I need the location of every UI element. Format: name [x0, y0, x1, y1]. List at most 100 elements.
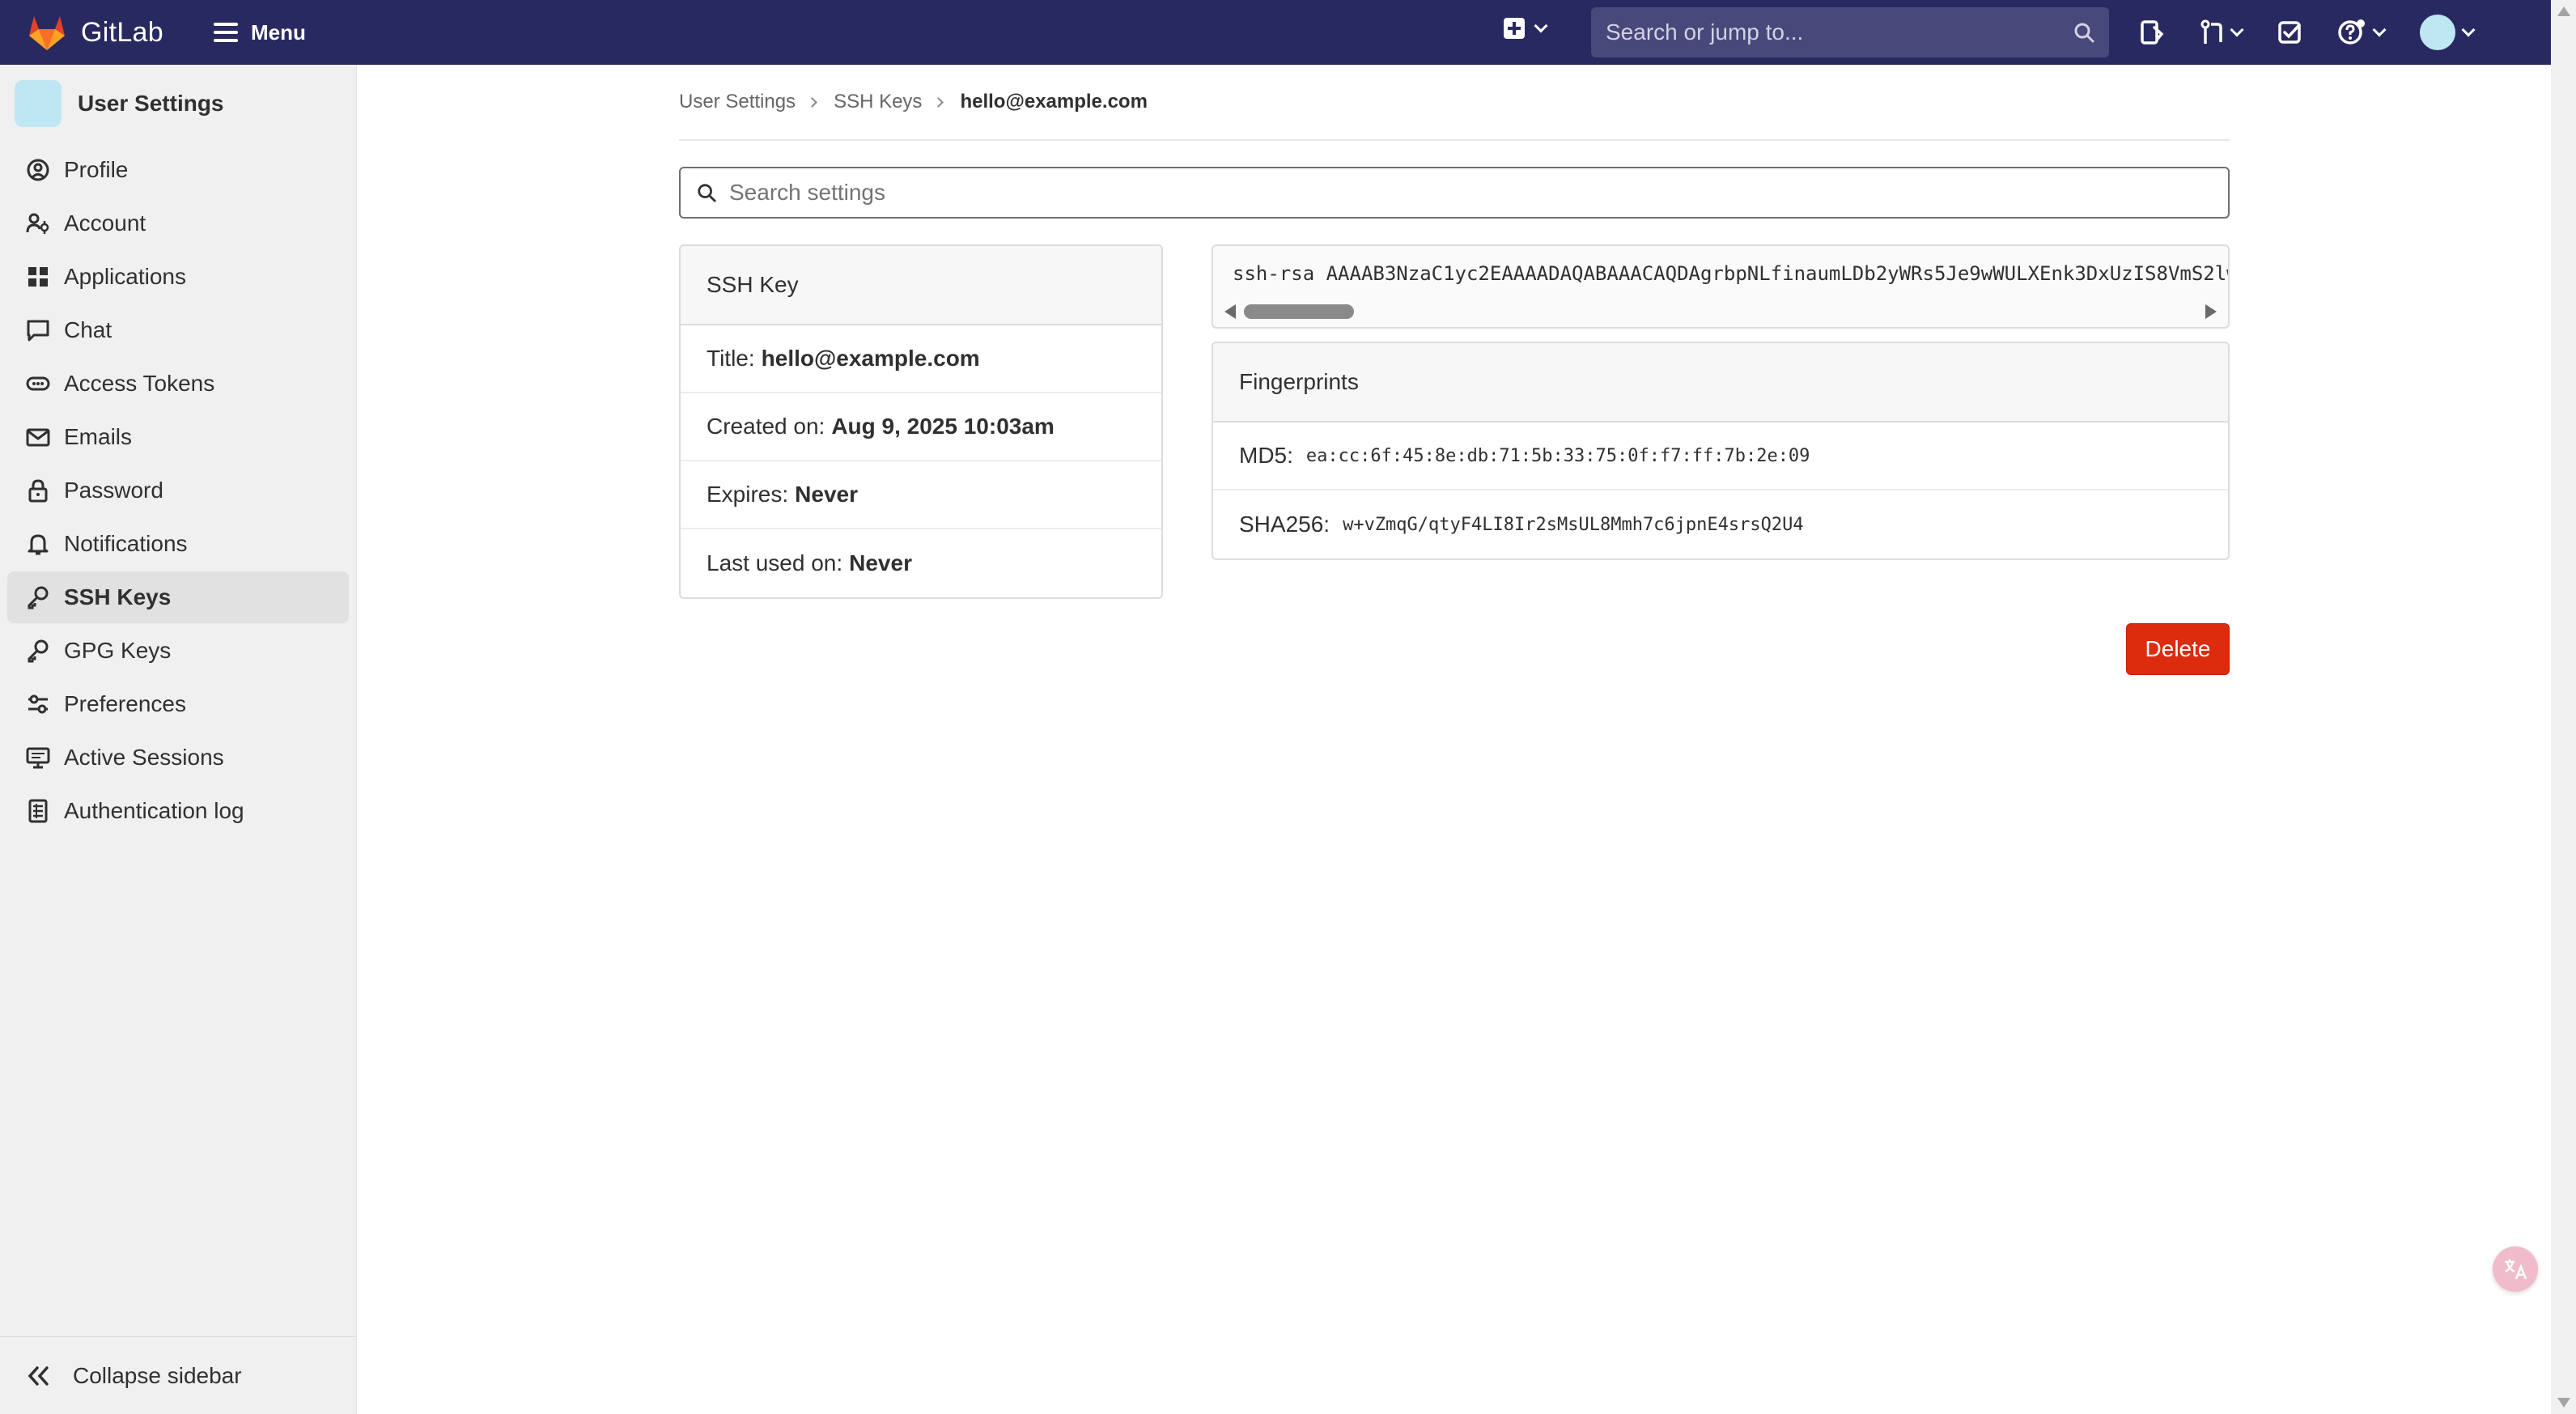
- title-label: Title:: [707, 346, 755, 371]
- search-icon: [2074, 23, 2094, 43]
- merge-requests-button[interactable]: [2200, 19, 2244, 45]
- gitlab-logo-icon: [29, 16, 65, 50]
- sidebar-item-preferences[interactable]: Preferences: [7, 678, 349, 730]
- key-icon: [25, 638, 51, 664]
- settings-search-input[interactable]: [729, 180, 2212, 206]
- monitor-icon: [25, 745, 51, 771]
- chevron-down-icon: [2372, 23, 2387, 37]
- context-avatar: [15, 80, 62, 127]
- sidebar-context-title: User Settings: [78, 91, 224, 116]
- top-search-box[interactable]: [1591, 7, 2109, 57]
- breadcrumb-user-settings[interactable]: User Settings: [679, 91, 796, 113]
- sidebar-item-password[interactable]: Password: [7, 465, 349, 516]
- chevron-down-icon: [1534, 19, 1548, 33]
- chevron-right-icon: [933, 96, 944, 108]
- app-root: GitLab Menu Search or jump to... User Se…: [0, 0, 2576, 1414]
- issues-icon: [2141, 20, 2164, 45]
- sidebar-item-label: Applications: [64, 264, 186, 289]
- ssh-key-card-header: SSH Key: [681, 246, 1161, 325]
- sidebar-item-notifications[interactable]: Notifications: [7, 518, 349, 570]
- delete-button[interactable]: Delete: [2126, 623, 2230, 675]
- sidebar-item-label: Access Tokens: [64, 371, 215, 396]
- settings-search-box[interactable]: [679, 167, 2230, 219]
- md5-row: MD5: ea:cc:6f:45:8e:db:71:5b:33:75:0f:f7…: [1213, 423, 2228, 490]
- last-used-row: Last used on: Never: [681, 529, 1161, 597]
- page-scrollbar[interactable]: [2551, 0, 2576, 1414]
- translate-extension-button[interactable]: [2493, 1246, 2538, 1292]
- search-icon: [698, 184, 716, 202]
- help-icon: [2338, 19, 2365, 45]
- help-button[interactable]: [2337, 18, 2387, 47]
- brand-name: GitLab: [81, 16, 163, 48]
- issues-button[interactable]: [2140, 19, 2164, 45]
- expires-label: Expires:: [707, 482, 789, 507]
- menu-button[interactable]: Menu: [213, 19, 306, 45]
- sidebar-item-label: Authentication log: [64, 798, 244, 823]
- sidebar-item-emails[interactable]: Emails: [7, 411, 349, 463]
- sidebar-item-access-tokens[interactable]: Access Tokens: [7, 358, 349, 410]
- translate-icon: [2505, 1259, 2527, 1280]
- sidebar-item-active-sessions[interactable]: Active Sessions: [7, 732, 349, 783]
- todos-button[interactable]: [2277, 20, 2302, 45]
- new-dropdown-button[interactable]: [1504, 18, 1548, 39]
- merge-request-icon: [2200, 19, 2222, 44]
- scrollbar-thumb[interactable]: [1244, 304, 1354, 319]
- top-search-input[interactable]: [1606, 19, 2073, 45]
- lock-icon: [25, 478, 51, 503]
- sidebar-item-authentication-log[interactable]: Authentication log: [7, 785, 349, 837]
- key-title-row: Title: hello@example.com: [681, 325, 1161, 393]
- breadcrumb-ssh-keys[interactable]: SSH Keys: [834, 91, 922, 113]
- preferences-icon: [25, 691, 51, 717]
- top-icon-bar: [2137, 0, 2476, 65]
- sha256-row: SHA256: w+vZmqG/qtyF4LI8Ir2sMsUL8Mmh7c6j…: [1213, 490, 2228, 558]
- todo-check-icon: [2278, 21, 2301, 44]
- sidebar-item-label: Preferences: [64, 691, 186, 716]
- chevron-down-icon: [2461, 23, 2476, 37]
- applications-icon: [25, 264, 51, 290]
- menu-label: Menu: [250, 19, 306, 45]
- top-navbar: GitLab Menu: [0, 0, 2551, 65]
- sidebar-item-ssh-keys[interactable]: SSH Keys: [7, 571, 349, 623]
- sidebar-context-header[interactable]: User Settings: [0, 65, 356, 142]
- sidebar: User Settings Profile Account Applicatio…: [0, 65, 357, 1414]
- public-key-text[interactable]: ssh-rsa AAAAB3NzaC1yc2EAAAADAQABAAACAQDA…: [1213, 246, 2228, 285]
- scroll-left-icon[interactable]: [1224, 304, 1236, 319]
- breadcrumb-current: hello@example.com: [960, 91, 1148, 113]
- sidebar-item-label: Emails: [64, 424, 133, 449]
- sidebar-item-profile[interactable]: Profile: [7, 144, 349, 196]
- sidebar-item-label: SSH Keys: [64, 584, 172, 609]
- sidebar-item-applications[interactable]: Applications: [7, 251, 349, 303]
- bell-icon: [25, 531, 51, 557]
- md5-label: MD5:: [1239, 443, 1293, 468]
- sha256-value: w+vZmqG/qtyF4LI8Ir2sMsUL8Mmh7c6jpnE4srsQ…: [1343, 514, 1804, 535]
- sidebar-item-gpg-keys[interactable]: GPG Keys: [7, 625, 349, 677]
- user-menu-button[interactable]: [2420, 15, 2476, 50]
- key-icon: [25, 584, 51, 610]
- scroll-up-icon[interactable]: [2557, 6, 2570, 16]
- sidebar-item-account[interactable]: Account: [7, 197, 349, 249]
- created-label: Created on:: [707, 414, 825, 439]
- sidebar-item-label: Profile: [64, 157, 129, 182]
- collapse-sidebar-button[interactable]: Collapse sidebar: [0, 1336, 356, 1414]
- chevron-right-icon: [807, 96, 817, 108]
- expires-value: Never: [795, 482, 858, 507]
- scroll-right-icon[interactable]: [2205, 304, 2217, 319]
- mail-icon: [25, 424, 51, 450]
- log-icon: [25, 798, 51, 824]
- profile-icon: [25, 157, 51, 183]
- sidebar-item-label: Chat: [64, 317, 112, 342]
- sidebar-item-chat[interactable]: Chat: [7, 304, 349, 356]
- public-key-box[interactable]: ssh-rsa AAAAB3NzaC1yc2EAAAADAQABAAACAQDA…: [1212, 244, 2230, 329]
- account-icon: [25, 210, 51, 236]
- gitlab-home-link[interactable]: GitLab: [26, 13, 163, 52]
- key-content-column: ssh-rsa AAAAB3NzaC1yc2EAAAADAQABAAACAQDA…: [1212, 244, 2230, 675]
- expires-row: Expires: Never: [681, 461, 1161, 529]
- horizontal-scrollbar[interactable]: [1224, 303, 2217, 321]
- collapse-sidebar-label: Collapse sidebar: [73, 1362, 242, 1388]
- scroll-down-icon[interactable]: [2557, 1398, 2570, 1408]
- sidebar-item-label: Notifications: [64, 531, 188, 556]
- ssh-key-details: SSH Key Title: hello@example.com Created…: [679, 244, 2230, 675]
- md5-value: ea:cc:6f:45:8e:db:71:5b:33:75:0f:f7:ff:7…: [1305, 445, 1810, 466]
- created-value: Aug 9, 2025 10:03am: [831, 414, 1055, 439]
- plus-square-icon: [1504, 18, 1525, 39]
